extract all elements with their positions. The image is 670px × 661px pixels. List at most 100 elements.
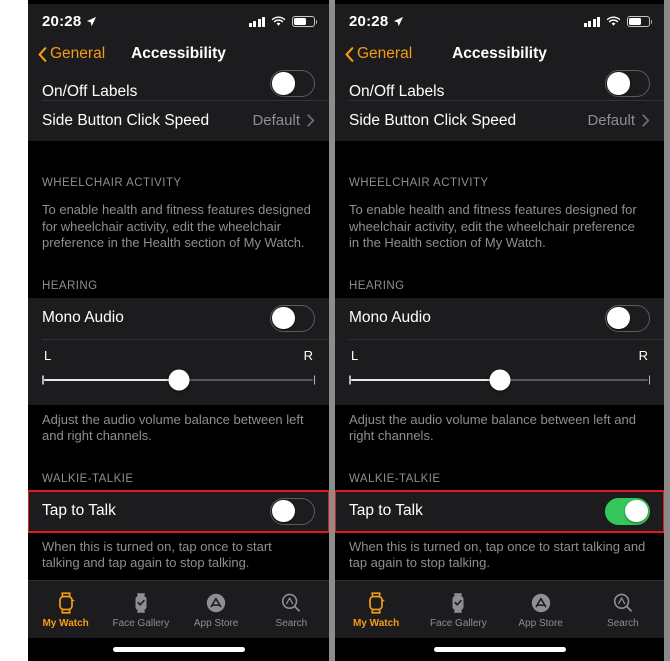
home-indicator[interactable]	[433, 647, 566, 652]
toggle-on-off-labels[interactable]	[270, 70, 315, 97]
tab-label-app-store: App Store	[518, 617, 563, 629]
dual-phone-screenshot: 20:28 General Accessibility On/Off Label…	[0, 0, 670, 661]
battery-icon	[292, 15, 318, 27]
slider-tick-right	[313, 375, 315, 384]
watch-check-icon	[131, 591, 151, 615]
home-indicator-wrap-right	[335, 638, 664, 661]
nav-bar-right: General Accessibility	[335, 38, 664, 70]
toggle-mono-audio[interactable]	[270, 304, 315, 332]
section-header-wheelchair: WHEELCHAIR ACTIVITY	[28, 177, 329, 195]
toggle-mono-audio[interactable]	[605, 304, 650, 332]
toggle-on-off-labels[interactable]	[605, 70, 650, 97]
row-value-side-button: Default	[252, 112, 300, 129]
tab-label-search: Search	[607, 617, 639, 629]
row-value-side-button: Default	[587, 112, 635, 129]
tab-app-store[interactable]: App Store	[179, 591, 254, 629]
row-right-side-button: Default	[252, 112, 315, 129]
watch-check-icon	[448, 591, 468, 615]
slider-track-fill	[351, 378, 496, 381]
tab-search[interactable]: Search	[582, 591, 664, 629]
audio-balance-slider[interactable]	[42, 367, 315, 393]
app-store-icon	[530, 591, 552, 615]
section-note-wheelchair: To enable health and fitness features de…	[28, 195, 329, 252]
audio-balance-slider-row[interactable]: L R	[335, 338, 664, 405]
section-gap-2	[335, 251, 664, 280]
row-side-button-click-speed[interactable]: Side Button Click Speed Default	[28, 100, 329, 141]
slider-knob[interactable]	[489, 369, 510, 390]
tab-search[interactable]: Search	[254, 591, 329, 629]
cellular-signal-icon	[248, 16, 265, 27]
back-button-label: General	[357, 45, 413, 62]
tab-my-watch[interactable]: My Watch	[335, 591, 417, 629]
row-label-mono-audio: Mono Audio	[42, 309, 124, 326]
chevron-right-icon	[642, 114, 650, 127]
back-button-general[interactable]: General	[335, 45, 412, 63]
cellular-signal-icon	[583, 16, 600, 27]
row-tap-to-talk[interactable]: Tap to Talk	[28, 489, 329, 533]
status-bar-left: 20:28	[28, 4, 329, 38]
section-gap-4	[335, 571, 664, 580]
section-header-walkie: WALKIE-TALKIE	[335, 472, 664, 491]
status-right-group	[248, 15, 318, 27]
tab-face-gallery[interactable]: Face Gallery	[417, 591, 499, 629]
tab-my-watch[interactable]: My Watch	[28, 591, 103, 629]
home-indicator-wrap-left	[28, 638, 329, 661]
settings-scroll-left[interactable]: On/Off Labels Side Button Click Speed De…	[28, 70, 329, 580]
settings-scroll-right[interactable]: On/Off Labels Side Button Click Speed De…	[335, 70, 664, 580]
wifi-icon	[606, 15, 621, 26]
chevron-right-icon	[307, 114, 315, 127]
slider-knob[interactable]	[168, 369, 189, 390]
phone-screen-after: 20:28 General Accessibility On/Off Label…	[335, 0, 664, 661]
watch-outline-icon	[56, 591, 76, 615]
section-header-hearing: HEARING	[28, 279, 329, 298]
tab-label-app-store: App Store	[193, 617, 239, 629]
tap-to-talk-note: When this is turned on, tap once to star…	[335, 531, 664, 572]
tab-label-face-gallery: Face Gallery	[430, 617, 487, 629]
search-icon	[612, 591, 634, 615]
audio-balance-slider[interactable]	[349, 367, 650, 393]
section-gap-1	[28, 141, 329, 177]
slider-lr-labels: L R	[42, 347, 315, 363]
row-label-tap-to-talk: Tap to Talk	[349, 502, 423, 519]
slider-label-right: R	[303, 347, 313, 363]
nav-bar-left: General Accessibility	[28, 38, 329, 70]
status-clock: 20:28	[42, 12, 82, 30]
slider-track-fill	[44, 378, 176, 381]
chevron-left-icon	[38, 46, 47, 62]
row-mono-audio[interactable]: Mono Audio	[335, 297, 664, 339]
toggle-tap-to-talk[interactable]	[605, 497, 650, 525]
back-button-label: General	[50, 45, 106, 62]
row-label-on-off-labels: On/Off Labels	[42, 83, 138, 100]
row-tap-to-talk[interactable]: Tap to Talk	[335, 489, 664, 533]
audio-balance-slider-row[interactable]: L R	[28, 338, 329, 405]
row-on-off-labels[interactable]: On/Off Labels	[28, 70, 329, 100]
section-header-wheelchair: WHEELCHAIR ACTIVITY	[335, 177, 664, 195]
status-bar-right: 20:28	[335, 4, 664, 38]
row-label-side-button: Side Button Click Speed	[42, 111, 210, 129]
status-right-group-right	[583, 15, 653, 27]
right-margin	[664, 0, 670, 661]
battery-icon	[627, 15, 653, 27]
search-icon	[280, 591, 302, 615]
tab-face-gallery[interactable]: Face Gallery	[103, 591, 178, 629]
row-label-tap-to-talk: Tap to Talk	[42, 502, 116, 519]
row-side-button-click-speed[interactable]: Side Button Click Speed Default	[335, 100, 664, 141]
row-label-on-off-labels: On/Off Labels	[349, 83, 445, 100]
row-on-off-labels[interactable]: On/Off Labels	[335, 70, 664, 100]
tab-app-store[interactable]: App Store	[500, 591, 582, 629]
app-store-icon	[205, 591, 227, 615]
home-indicator[interactable]	[112, 647, 245, 652]
tab-label-my-watch: My Watch	[352, 617, 400, 629]
location-arrow-icon	[394, 16, 404, 26]
status-left-group-right: 20:28	[349, 13, 404, 30]
row-label-side-button: Side Button Click Speed	[349, 111, 517, 129]
tab-bar-left[interactable]: My Watch Face Gallery App Store Search	[28, 580, 329, 638]
tab-label-my-watch: My Watch	[42, 617, 89, 629]
tab-bar-right[interactable]: My Watch Face Gallery App Store Search	[335, 580, 664, 638]
row-mono-audio[interactable]: Mono Audio	[28, 297, 329, 339]
slider-label-right: R	[638, 347, 648, 363]
toggle-tap-to-talk[interactable]	[270, 497, 315, 525]
left-margin	[0, 0, 28, 661]
back-button-general[interactable]: General	[28, 45, 105, 63]
location-arrow-icon	[87, 16, 97, 26]
